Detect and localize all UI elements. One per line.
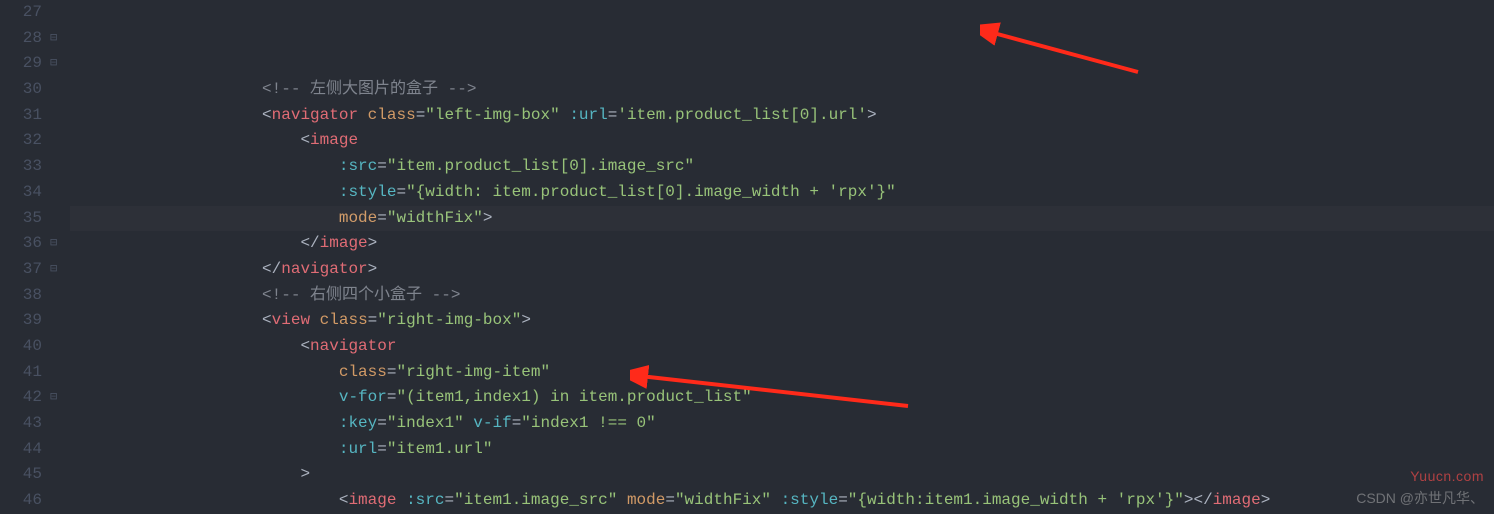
code-area[interactable]: <!-- 左侧大图片的盒子 --> <navigator class="left… [70, 0, 1494, 514]
code-line[interactable]: class="right-img-item" [70, 360, 1494, 386]
line-number: 36 [0, 231, 42, 257]
fold-marker-column[interactable]: ⊟⊟⊟⊟⊟ [50, 0, 70, 514]
fold-marker [50, 283, 70, 309]
code-line[interactable]: <image [70, 128, 1494, 154]
line-number: 30 [0, 77, 42, 103]
fold-marker [50, 308, 70, 334]
fold-marker[interactable]: ⊟ [50, 26, 70, 52]
code-line[interactable]: <view class="right-img-box"> [70, 308, 1494, 334]
fold-marker[interactable]: ⊟ [50, 51, 70, 77]
code-line[interactable]: mode="widthFix"> [70, 206, 1494, 232]
code-line[interactable]: </navigator> [70, 257, 1494, 283]
line-number: 39 [0, 308, 42, 334]
line-number: 46 [0, 488, 42, 514]
line-number: 34 [0, 180, 42, 206]
code-line[interactable]: :src="item.product_list[0].image_src" [70, 154, 1494, 180]
fold-marker [50, 437, 70, 463]
code-line[interactable]: :style="{width: item.product_list[0].ima… [70, 180, 1494, 206]
fold-marker [50, 77, 70, 103]
code-line[interactable]: > [70, 462, 1494, 488]
line-number: 27 [0, 0, 42, 26]
fold-marker [50, 0, 70, 26]
code-editor[interactable]: 2728293031323334353637383940414243444546… [0, 0, 1494, 514]
fold-marker[interactable]: ⊟ [50, 385, 70, 411]
line-number: 42 [0, 385, 42, 411]
line-number: 45 [0, 462, 42, 488]
fold-marker [50, 488, 70, 514]
fold-marker[interactable]: ⊟ [50, 257, 70, 283]
code-line[interactable]: <!-- 左侧大图片的盒子 --> [70, 77, 1494, 103]
watermark-site: Yuucn.com [1410, 468, 1484, 484]
code-line[interactable]: </image> [70, 231, 1494, 257]
line-number: 44 [0, 437, 42, 463]
code-line[interactable]: <!-- 右侧四个小盒子 --> [70, 283, 1494, 309]
line-number: 41 [0, 360, 42, 386]
line-number: 28 [0, 26, 42, 52]
fold-marker [50, 128, 70, 154]
code-line[interactable]: v-for="(item1,index1) in item.product_li… [70, 385, 1494, 411]
line-number: 37 [0, 257, 42, 283]
line-number: 43 [0, 411, 42, 437]
line-number: 31 [0, 103, 42, 129]
fold-marker[interactable]: ⊟ [50, 231, 70, 257]
line-number: 33 [0, 154, 42, 180]
code-line[interactable]: :key="index1" v-if="index1 !== 0" [70, 411, 1494, 437]
fold-marker [50, 180, 70, 206]
line-number: 40 [0, 334, 42, 360]
code-line[interactable]: <navigator class="left-img-box" :url='it… [70, 103, 1494, 129]
code-line[interactable]: <navigator [70, 334, 1494, 360]
fold-marker [50, 360, 70, 386]
watermark-credit: CSDN @亦世凡华、 [1356, 488, 1484, 508]
line-number-gutter: 2728293031323334353637383940414243444546 [0, 0, 50, 514]
fold-marker [50, 334, 70, 360]
fold-marker [50, 154, 70, 180]
fold-marker [50, 411, 70, 437]
fold-marker [50, 206, 70, 232]
line-number: 35 [0, 206, 42, 232]
line-number: 38 [0, 283, 42, 309]
code-line[interactable]: <image :src="item1.image_src" mode="widt… [70, 488, 1494, 514]
line-number: 29 [0, 51, 42, 77]
fold-marker [50, 103, 70, 129]
fold-marker [50, 462, 70, 488]
code-line[interactable]: :url="item1.url" [70, 437, 1494, 463]
line-number: 32 [0, 128, 42, 154]
